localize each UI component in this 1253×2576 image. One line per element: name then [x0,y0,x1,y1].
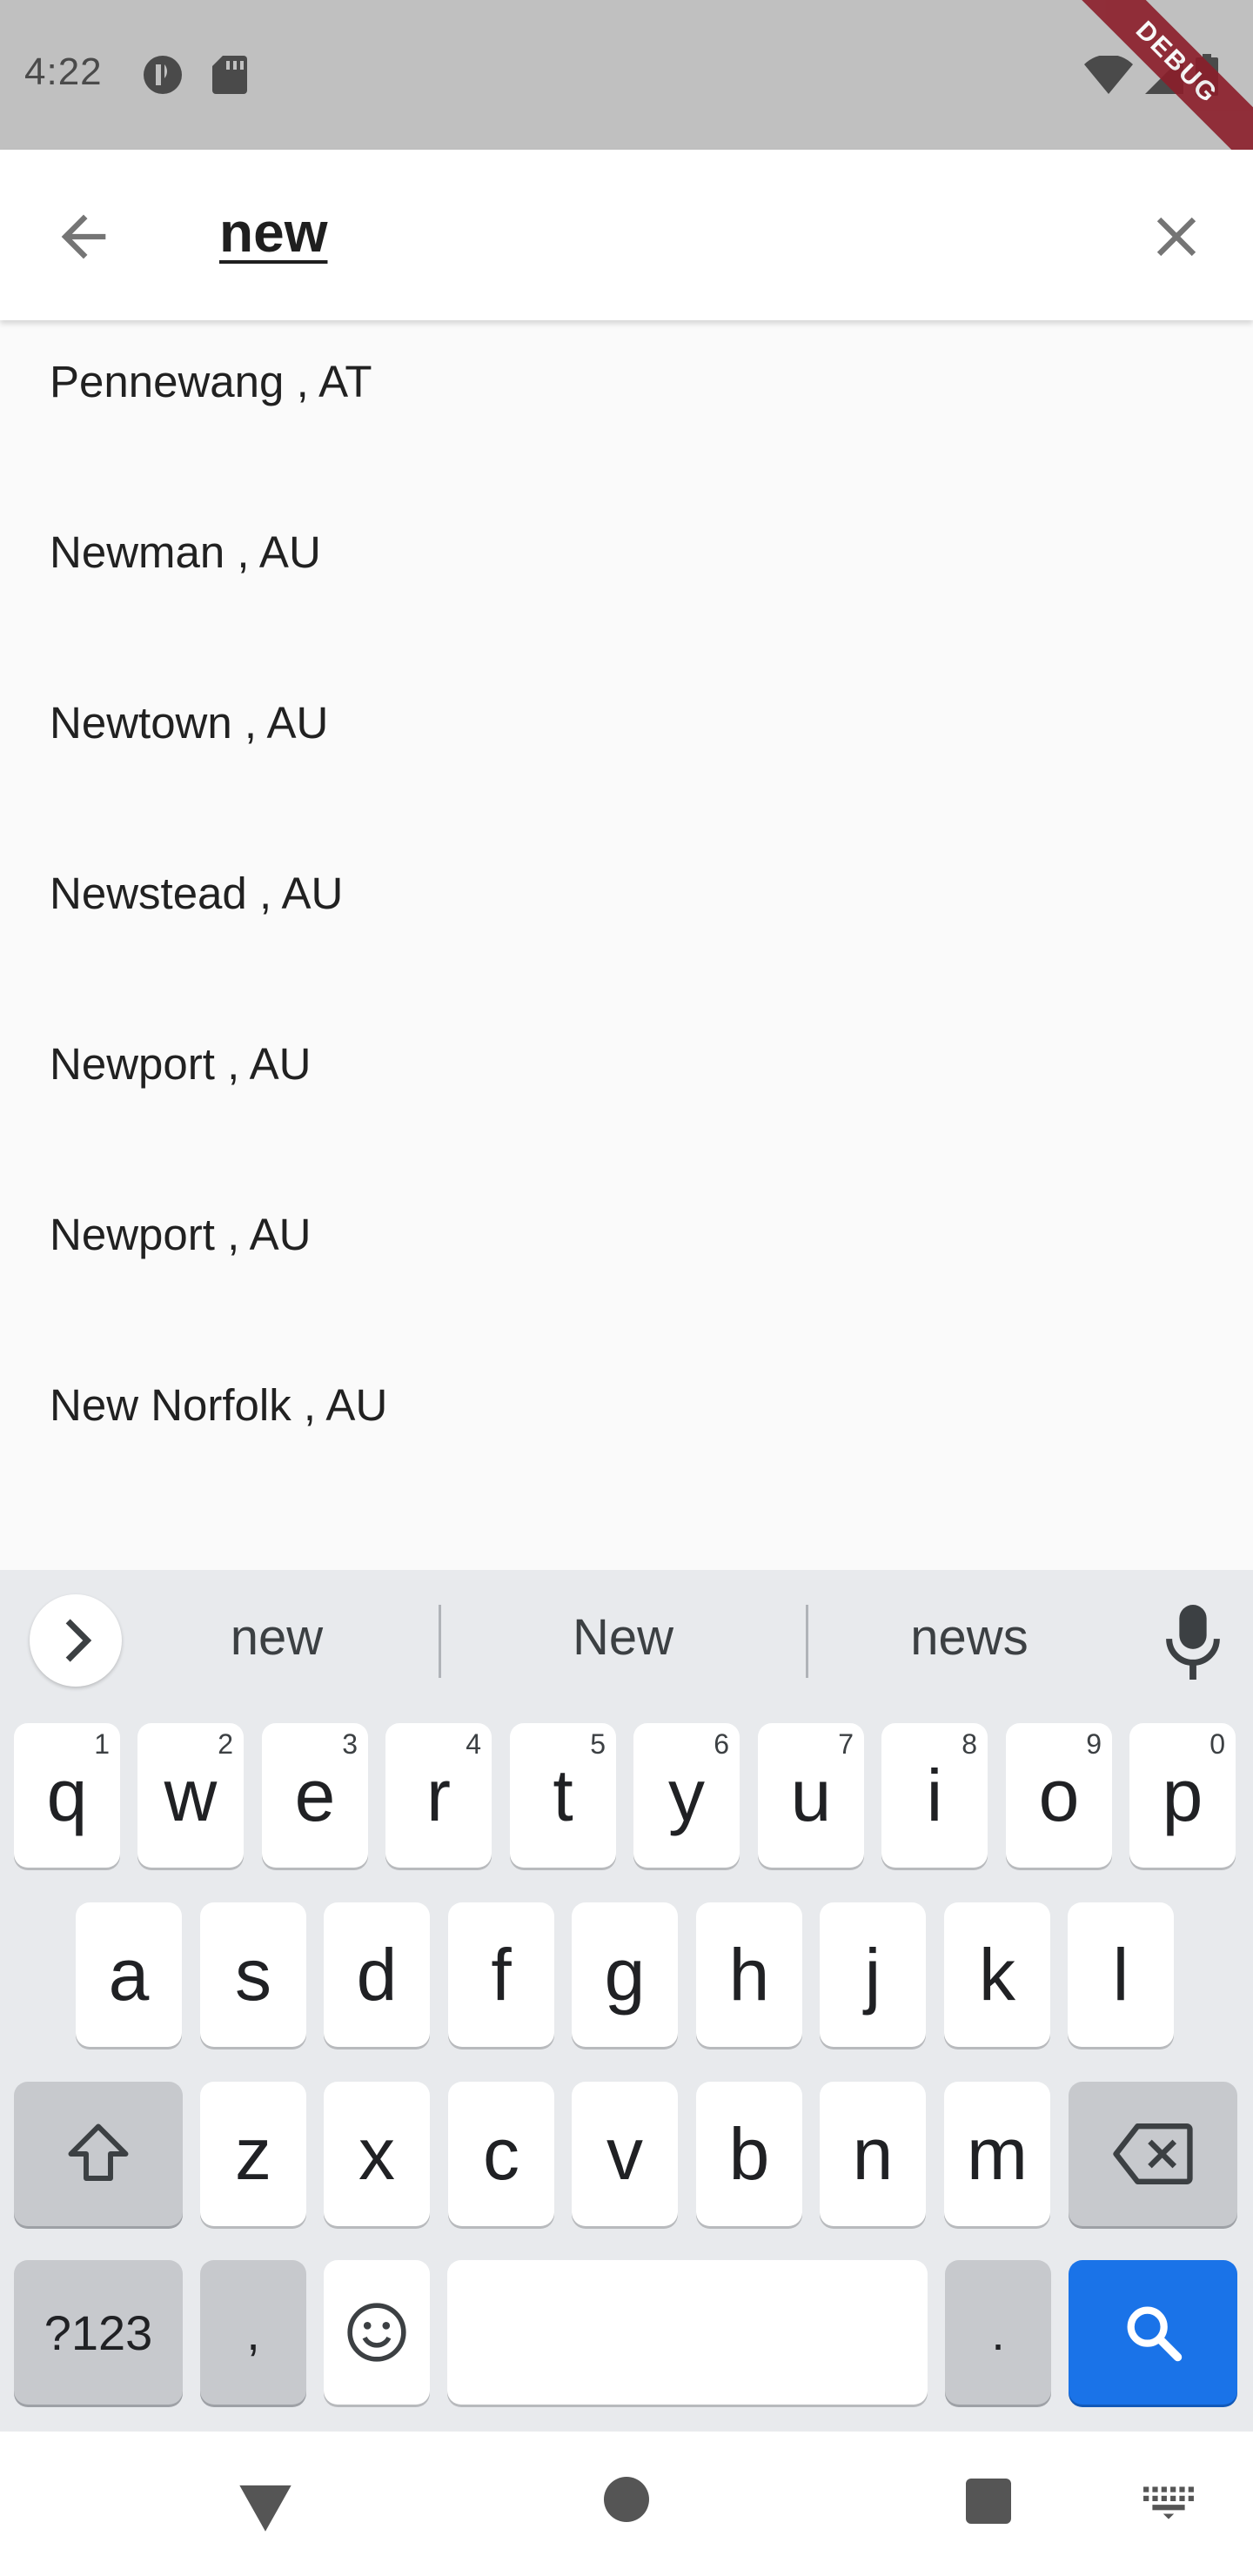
emoji-icon [347,2303,406,2362]
wifi-icon [1084,56,1133,94]
emoji-key[interactable] [324,2260,430,2405]
key-t[interactable]: t5 [510,1723,616,1868]
microphone-icon[interactable] [1164,1605,1222,1680]
key-m[interactable]: m [944,2082,1050,2226]
key-s[interactable]: s [200,1902,306,2047]
key-u[interactable]: u7 [758,1723,864,1868]
nav-back-icon[interactable] [237,2477,294,2534]
sync-icon [144,56,182,94]
key-p[interactable]: p0 [1129,1723,1236,1868]
key-d[interactable]: d [324,1902,430,2047]
key-g[interactable]: g [572,1902,678,2047]
suggestion-strip: new New news [0,1570,1253,1706]
backspace-icon [1113,2123,1193,2185]
key-r[interactable]: r4 [385,1723,492,1868]
system-nav-bar [0,2432,1253,2576]
result-item[interactable]: Pennewang , AT [0,296,1253,466]
suggestion-1[interactable]: new [174,1608,379,1667]
shift-key[interactable] [14,2082,183,2226]
key-c[interactable]: c [448,2082,554,2226]
key-w[interactable]: w2 [137,1723,244,1868]
keyboard-switch-icon[interactable] [1142,2482,1196,2520]
expand-toolbar-button[interactable] [30,1594,122,1687]
search-input[interactable]: new [219,200,327,265]
key-a[interactable]: a [76,1902,182,2047]
back-arrow-icon[interactable] [50,204,117,270]
key-z[interactable]: z [200,2082,306,2226]
suggestion-3[interactable]: news [867,1608,1072,1667]
key-k[interactable]: k [944,1902,1050,2047]
results-list: Pennewang , AT Newman , AU Newtown , AU … [0,320,1253,1490]
search-app-bar: new [0,150,1253,320]
chevron-right-icon [65,1619,92,1662]
key-h[interactable]: h [696,1902,802,2047]
shift-arrow-icon [68,2123,129,2181]
suggestion-2[interactable]: New [520,1608,726,1667]
nav-home-icon[interactable] [604,2477,649,2522]
period-key[interactable]: . [945,2260,1051,2405]
key-b[interactable]: b [696,2082,802,2226]
search-key[interactable] [1069,2260,1237,2405]
nav-recents-icon[interactable] [966,2479,1011,2524]
soft-keyboard: new New news q1 w2 e3 r4 t5 y6 u7 i8 o9 … [0,1570,1253,2432]
key-y[interactable]: y6 [633,1723,740,1868]
close-icon[interactable] [1143,204,1209,270]
suggestion-divider [439,1605,441,1678]
key-n[interactable]: n [820,2082,926,2226]
space-bar[interactable] [447,2260,928,2405]
result-item[interactable]: Newport , AU [0,978,1253,1149]
key-j[interactable]: j [820,1902,926,2047]
key-o[interactable]: o9 [1006,1723,1112,1868]
result-item[interactable]: Newport , AU [0,1149,1253,1319]
key-i[interactable]: i8 [881,1723,988,1868]
status-time: 4:22 [24,50,103,93]
key-v[interactable]: v [572,2082,678,2226]
backspace-key[interactable] [1069,2082,1237,2226]
key-x[interactable]: x [324,2082,430,2226]
symbols-key[interactable]: ?123 [14,2260,183,2405]
key-l[interactable]: l [1068,1902,1174,2047]
key-e[interactable]: e3 [262,1723,368,1868]
search-icon [1127,2306,1183,2362]
status-bar: 4:22 DEBUG [0,0,1253,171]
key-f[interactable]: f [448,1902,554,2047]
sd-card-icon [212,56,247,94]
comma-key[interactable]: , [200,2260,306,2405]
result-item[interactable]: Newman , AU [0,466,1253,637]
result-item[interactable]: Newstead , AU [0,808,1253,978]
suggestion-divider [806,1605,808,1678]
result-item[interactable]: Newtown , AU [0,637,1253,808]
key-q[interactable]: q1 [14,1723,120,1868]
result-item[interactable]: New Norfolk , AU [0,1319,1253,1490]
